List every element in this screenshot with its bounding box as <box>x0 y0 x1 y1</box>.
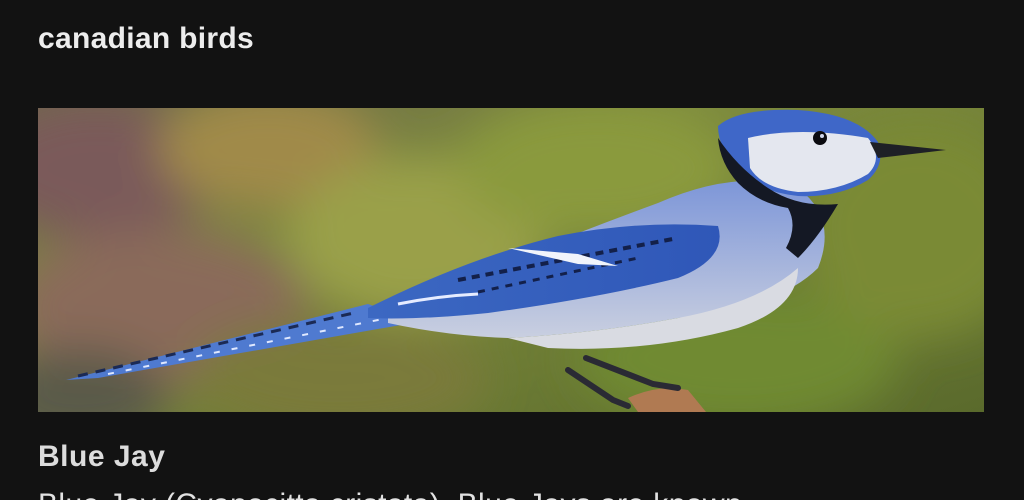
blue-jay-image <box>38 108 984 412</box>
bird-description: Blue Jay (Cyanocitta cristata). Blue Jay… <box>38 488 742 500</box>
bird-name-heading: Blue Jay <box>38 440 166 473</box>
page-title: canadian birds <box>38 22 254 55</box>
bird-photo[interactable] <box>38 108 984 412</box>
app-screen: canadian birds Blue Jay <box>0 0 1024 500</box>
